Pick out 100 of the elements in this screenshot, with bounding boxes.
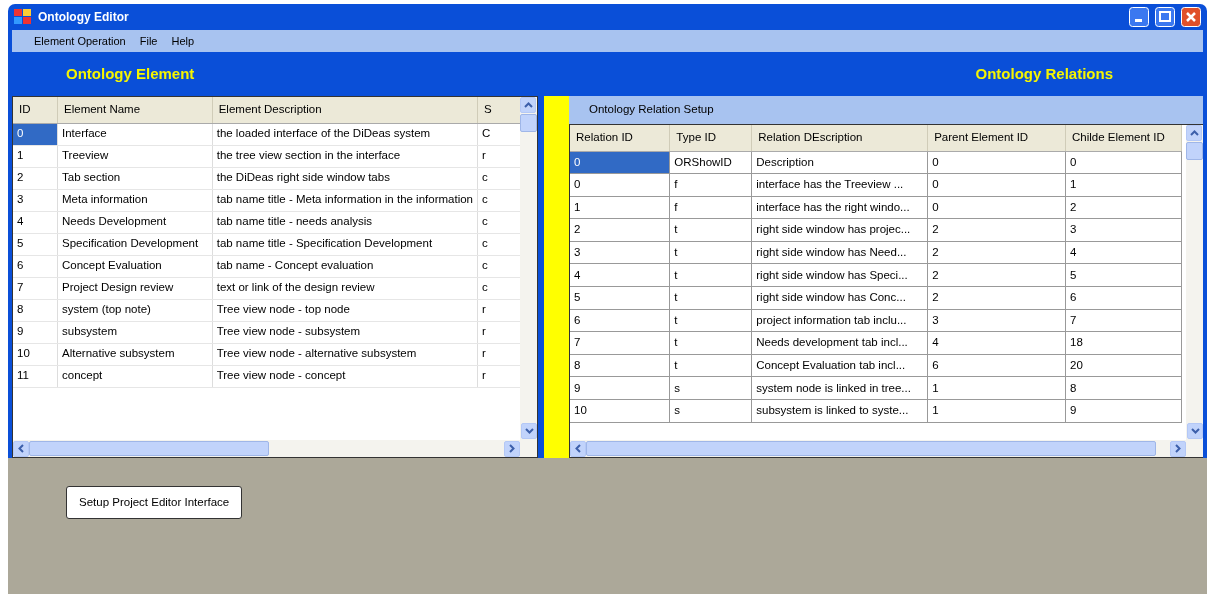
column-header[interactable]: Element Name [57,97,213,123]
close-button[interactable] [1181,7,1201,27]
scroll-left-icon[interactable] [570,440,586,457]
scroll-left-icon[interactable] [13,440,29,457]
table-cell: 2 [927,286,1066,310]
table-cell: 9 [13,321,58,343]
column-header[interactable]: Relation DEscription [751,125,928,151]
minimize-button[interactable] [1129,7,1149,27]
scroll-thumb[interactable] [586,441,1156,456]
scroll-down-icon[interactable] [521,423,537,439]
table-cell: 1 [1065,173,1182,197]
table-cell: 3 [1065,218,1182,242]
table-cell: 1 [13,145,58,167]
table-cell: the tree view section in the interface [212,145,478,167]
table-cell: Tree view node - alternative subsystem [212,343,478,365]
table-cell: 3 [13,189,58,211]
table-cell: 0 [927,151,1066,174]
panel-title: Ontology Relations [975,63,1113,84]
table-cell: t [669,331,752,355]
table-cell: tab name - Concept evaluation [212,255,478,277]
table-cell: 18 [1065,331,1182,355]
table-cell: 8 [570,354,670,377]
table-cell: 5 [13,233,58,255]
table-cell: right side window has Speci... [751,263,928,287]
table-cell: 7 [570,331,670,355]
table-cell: Treeview [57,145,213,167]
vertical-scrollbar[interactable] [1186,125,1203,440]
table-cell: Tab section [57,167,213,189]
table-cell: 2 [927,218,1066,242]
table-cell: f [669,196,752,219]
table-cell: interface has the Treeview ... [751,173,928,197]
table-cell: Alternative subsystem [57,343,213,365]
scroll-up-icon[interactable] [1186,125,1202,141]
table-cell: tab name title - Meta information in the information [212,189,478,211]
table-cell: 0 [927,173,1066,197]
table-cell: 8 [1065,376,1182,400]
table-cell: 0 [570,151,670,174]
maximize-button[interactable] [1155,7,1175,27]
table-cell: t [669,241,752,264]
table-cell: 0 [927,196,1066,219]
table-cell: project information tab inclu... [751,309,928,332]
table-cell: Needs Development [57,211,213,233]
setup-button[interactable]: Setup Project Editor Interface [66,486,243,520]
table-cell: 6 [927,354,1066,377]
column-header[interactable]: Type ID [669,125,752,151]
table-cell: 2 [927,241,1066,264]
app-icon [14,9,32,25]
table-cell: right side window has Conc... [751,286,928,310]
panel-title: Ontology Element [66,64,195,82]
table-cell: Needs development tab incl... [751,331,928,355]
scroll-up-icon[interactable] [520,97,536,113]
table-cell: 4 [570,263,670,287]
table-cell: 6 [13,255,58,277]
horizontal-scrollbar[interactable] [570,440,1203,457]
table-cell: Project Design review [57,277,213,299]
horizontal-scrollbar[interactable] [13,440,537,457]
table-cell: f [669,173,752,197]
table-cell: 9 [570,376,670,400]
menu-item[interactable]: Element Operation [34,32,126,50]
table-cell: 4 [13,211,58,233]
column-header[interactable]: Element Description [212,97,478,123]
table-cell: t [669,309,752,332]
table-cell: 9 [1065,399,1182,423]
table-cell: 2 [570,218,670,242]
table-cell: tab name title - needs analysis [212,211,478,233]
column-header[interactable]: S [477,97,522,123]
scroll-down-icon[interactable] [1187,423,1203,439]
table-cell: t [669,263,752,287]
table-cell: s [669,376,752,400]
table-cell: 0 [13,123,58,145]
table-cell: 0 [1065,151,1182,174]
table-cell: 3 [570,241,670,264]
table-cell: subsystem [57,321,213,343]
scroll-thumb[interactable] [29,441,269,456]
menu-item[interactable]: Help [171,32,195,50]
table-cell: 5 [1065,263,1182,287]
column-header[interactable]: Parent Element ID [927,125,1066,151]
table-cell: concept [57,365,213,387]
table-cell: subsystem is linked to syste... [751,399,928,423]
window-title: Ontology Editor [38,9,129,26]
scroll-right-icon[interactable] [1170,440,1186,457]
scroll-thumb[interactable] [1186,142,1203,160]
table-cell: 1 [570,196,670,219]
table-cell: 2 [13,167,58,189]
column-header[interactable]: Childe Element ID [1065,125,1182,151]
table-cell: interface has the right windo... [751,196,928,219]
table-cell: right side window has projec... [751,218,928,242]
table-cell: system (top note) [57,299,213,321]
scroll-thumb[interactable] [520,114,537,132]
table-cell: Tree view node - concept [212,365,478,387]
scroll-right-icon[interactable] [504,440,520,457]
table-cell: 1 [927,376,1066,400]
vertical-scrollbar[interactable] [520,97,537,440]
table-cell: 7 [13,277,58,299]
table-cell: 6 [1065,286,1182,310]
column-header[interactable]: ID [13,97,58,123]
column-header[interactable]: Relation ID [570,125,670,151]
table-cell: 6 [570,309,670,332]
menu-item[interactable]: File [139,32,158,50]
table-cell: 4 [927,331,1066,355]
